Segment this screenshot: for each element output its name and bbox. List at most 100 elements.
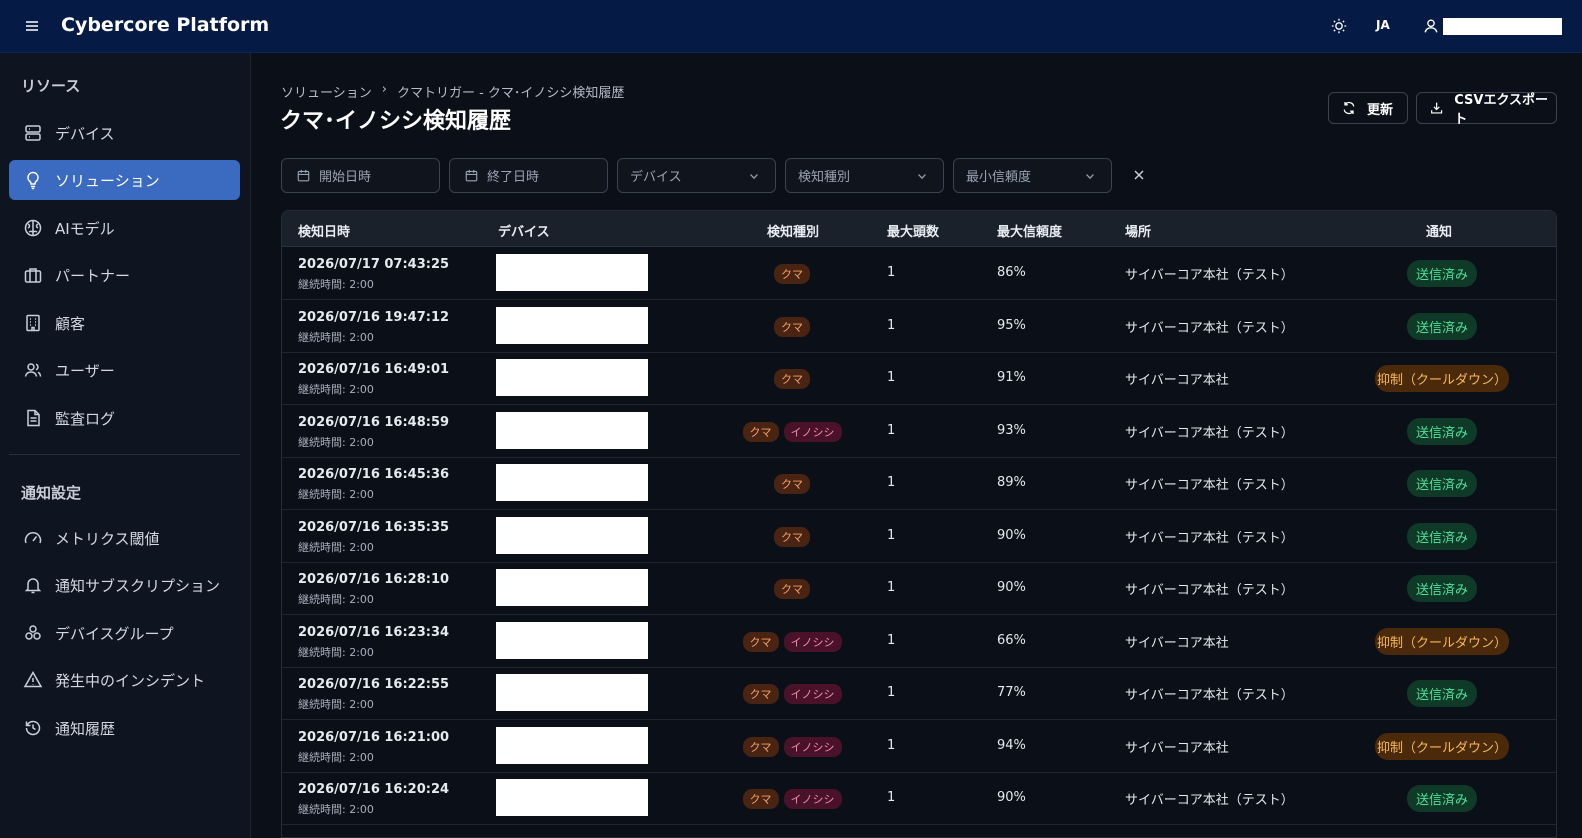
sidebar-item-label: 監査ログ — [55, 409, 116, 428]
sidebar-item-users[interactable]: ユーザー — [9, 350, 240, 390]
device-name-redacted[interactable] — [496, 516, 648, 554]
tag-bear: クマ — [742, 736, 779, 757]
sidebar-item-label: ソリューション — [55, 171, 160, 190]
device-select[interactable]: デバイス — [617, 158, 776, 193]
duration: 継続時間: 2:00 — [298, 330, 374, 344]
max-count: 1 — [887, 737, 896, 753]
detected-at: 2026/07/16 16:22:55 — [298, 677, 450, 692]
sidebar-item-active-incidents[interactable]: 発生中のインシデント — [9, 660, 240, 700]
max-count: 1 — [887, 317, 896, 333]
detection-type-tags: クマ イノシシ — [722, 631, 862, 652]
detected-at: 2026/07/16 16:49:01 — [298, 362, 450, 377]
sidebar-item-label: パートナー — [55, 266, 131, 285]
notification-status-badge: 送信済み — [1407, 575, 1477, 602]
device-name-redacted[interactable] — [496, 569, 648, 606]
user-icon[interactable] — [1422, 17, 1440, 35]
menu-icon[interactable] — [22, 16, 42, 36]
sidebar-item-solutions[interactable]: ソリューション — [9, 160, 240, 200]
notification-status-badge: 送信済み — [1407, 680, 1477, 707]
duration: 継続時間: 2:00 — [298, 278, 374, 291]
sidebar-item-devices[interactable]: デバイス — [9, 113, 240, 153]
max-confidence: 77% — [997, 685, 1026, 700]
sidebar-item-notification-subscriptions[interactable]: 通知サブスクリプション — [9, 565, 240, 605]
table-row[interactable]: 2026/07/16 16:49:01 継続時間: 2:00 クマ 1 91% サイバーコ… — [282, 352, 1556, 405]
max-confidence: 86% — [997, 265, 1026, 280]
notification-status-badge: 送信済み — [1407, 417, 1477, 445]
notification-status-badge: 抑制（クールダウン） — [1375, 627, 1509, 655]
max-confidence: 90% — [997, 527, 1026, 543]
table-row[interactable]: 2026/07/16 16:22:55 継続時間: 2:00 クマ イノシシ 1 77% サ… — [282, 667, 1556, 720]
calendar-icon — [465, 169, 478, 182]
refresh-icon — [1343, 101, 1355, 115]
device-name-redacted[interactable] — [496, 464, 648, 501]
breadcrumb-parent[interactable]: ソリューション — [281, 82, 372, 101]
table-row[interactable]: 2026/07/16 19:47:12 継続時間: 2:00 クマ 1 95% サイバーコ… — [282, 300, 1556, 353]
sidebar-item-partners[interactable]: パートナー — [9, 255, 240, 295]
tag-bear: クマ — [742, 421, 779, 442]
col-device[interactable]: デバイス — [498, 221, 550, 240]
sidebar-item-customers[interactable]: 顧客 — [9, 303, 240, 343]
sidebar: リソース デバイス ソリューション AIモデル パートナー 顧客 ユーザー 監査… — [0, 53, 251, 838]
device-name-redacted[interactable] — [496, 306, 648, 344]
device-name-redacted[interactable] — [496, 621, 648, 659]
col-detected-at[interactable]: 検知日時 — [298, 221, 350, 240]
sidebar-item-label: デバイス — [55, 124, 115, 143]
col-location[interactable]: 場所 — [1125, 221, 1151, 240]
sidebar-section-resources: リソース — [21, 77, 81, 95]
device-name-redacted[interactable] — [496, 411, 648, 449]
user-name-redacted[interactable] — [1443, 18, 1562, 35]
breadcrumb-current: クマトリガー - クマ･イノシシ検知履歴 — [396, 86, 625, 101]
notification-status-badge: 送信済み — [1407, 260, 1477, 287]
notification-status-badge: 送信済み — [1407, 522, 1477, 550]
sidebar-item-metric-thresholds[interactable]: メトリクス閾値 — [9, 518, 240, 558]
table-header: 検知日時 デバイス 検知種別 最大頭数 最大信頼度 場所 通知 — [282, 211, 1556, 247]
max-confidence: 90% — [997, 790, 1026, 805]
detected-at: 2026/07/17 07:43:25 — [298, 257, 450, 272]
location: サイバーコア本社 — [1125, 373, 1229, 388]
device-name-redacted[interactable] — [496, 254, 648, 291]
device-name-redacted[interactable] — [496, 779, 648, 816]
notification-status-badge: 送信済み — [1407, 312, 1477, 340]
col-notification[interactable]: 通知 — [1426, 221, 1452, 240]
table-row[interactable]: 2026/07/17 07:43:25 継続時間: 2:00 クマ 1 86% サイバーコ… — [282, 247, 1556, 300]
table-row[interactable]: 2026/07/16 16:21:00 継続時間: 2:00 クマ イノシシ 1 94% サ… — [282, 720, 1556, 773]
bell-icon — [23, 575, 43, 595]
history-icon — [23, 718, 43, 738]
refresh-button[interactable]: 更新 — [1328, 92, 1408, 124]
tag-bear: クマ — [774, 369, 810, 389]
clear-filters-icon[interactable] — [1131, 167, 1147, 183]
end-date-filter[interactable]: 終了日時 — [449, 158, 608, 193]
tag-bear: クマ — [774, 264, 810, 284]
max-confidence: 91% — [997, 370, 1026, 385]
detection-type-tags: クマ — [722, 264, 862, 284]
location: サイバーコア本社（テスト） — [1125, 268, 1294, 283]
sun-icon[interactable] — [1330, 17, 1348, 35]
table-row[interactable]: 2026/07/16 16:48:59 継続時間: 2:00 クマ イノシシ 1 93% サ… — [282, 405, 1556, 458]
device-name-redacted[interactable] — [496, 726, 648, 764]
detection-type-select[interactable]: 検知種別 — [785, 158, 944, 193]
table-row[interactable]: 2026/07/16 16:35:35 継続時間: 2:00 クマ 1 90% サイバーコ… — [282, 510, 1556, 563]
csv-export-button[interactable]: CSVエクスポート — [1416, 92, 1557, 127]
max-confidence: 94% — [997, 737, 1026, 753]
sidebar-item-audit-log[interactable]: 監査ログ — [9, 398, 240, 438]
table-row[interactable]: 2026/07/16 16:28:10 継続時間: 2:00 クマ 1 90% サイバーコ… — [282, 562, 1556, 615]
table-row[interactable]: 2026/07/16 16:45:36 継続時間: 2:00 クマ 1 89% サイバーコ… — [282, 457, 1556, 510]
table-row[interactable]: 2026/07/16 16:20:24 継続時間: 2:00 クマ イノシシ 1 90% サ… — [282, 772, 1556, 825]
device-name-redacted[interactable] — [496, 359, 648, 396]
tag-bear: クマ — [742, 631, 779, 652]
breadcrumb-separator: › — [381, 82, 387, 97]
detection-type-tags: クマ イノシシ — [722, 736, 862, 757]
start-date-filter[interactable]: 開始日時 — [281, 158, 440, 193]
col-detection-type[interactable]: 検知種別 — [767, 221, 819, 240]
device-name-redacted[interactable] — [496, 674, 648, 711]
min-confidence-select[interactable]: 最小信頼度 — [953, 158, 1112, 193]
col-max-count[interactable]: 最大頭数 — [887, 221, 939, 240]
sidebar-item-ai-models[interactable]: AIモデル — [9, 208, 240, 248]
detected-at: 2026/07/16 16:21:00 — [298, 729, 450, 745]
language-switch[interactable]: JA — [1376, 18, 1390, 32]
sidebar-item-device-groups[interactable]: デバイスグループ — [9, 613, 240, 653]
detected-at: 2026/07/16 19:47:12 — [298, 309, 450, 325]
table-row[interactable]: 2026/07/16 16:23:34 継続時間: 2:00 クマ イノシシ 1 66% サ… — [282, 615, 1556, 668]
col-max-confidence[interactable]: 最大信頼度 — [997, 221, 1062, 240]
sidebar-item-notification-history[interactable]: 通知履歴 — [9, 708, 240, 748]
